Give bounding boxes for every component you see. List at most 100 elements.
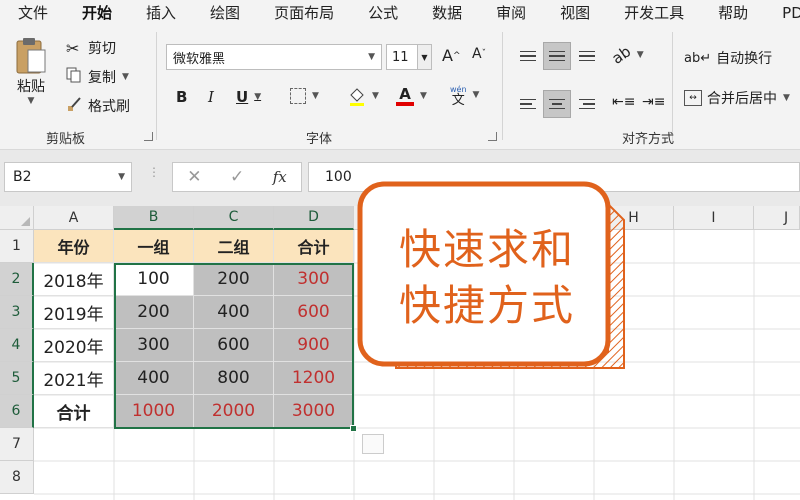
excel-window: 文件 开始 插入 绘图 页面布局 公式 数据 审阅 视图 开发工具 帮助 PDF…	[0, 0, 800, 500]
cell-c5[interactable]: 800	[194, 362, 274, 395]
column-header-d[interactable]: D	[274, 206, 354, 230]
bold-button[interactable]: B	[176, 88, 187, 106]
format-painter-button[interactable]: 格式刷	[66, 96, 130, 116]
align-right-button[interactable]	[573, 90, 601, 118]
cell-d6[interactable]: 3000	[274, 395, 354, 428]
wrap-text-button[interactable]: ab↵ 自动换行	[684, 48, 772, 68]
row-header-1[interactable]: 1	[0, 230, 34, 263]
row-header-6[interactable]: 6	[0, 395, 34, 428]
row-header-2[interactable]: 2	[0, 263, 34, 296]
phonetic-icon: wén 文	[450, 84, 467, 107]
orientation-button[interactable]: ab ▼	[609, 42, 644, 67]
orientation-chevron-down-icon[interactable]: ▼	[637, 50, 644, 60]
name-box-chevron-down-icon[interactable]: ▼	[118, 172, 125, 182]
name-box[interactable]: B2 ▼	[4, 162, 132, 192]
column-header-b[interactable]: B	[114, 206, 194, 230]
tab-help[interactable]: 帮助	[700, 2, 764, 23]
cell-d2[interactable]: 300	[274, 263, 354, 296]
column-header-c[interactable]: C	[194, 206, 274, 230]
paste-chevron-down-icon[interactable]: ▼	[28, 96, 35, 106]
row-header-3[interactable]: 3	[0, 296, 34, 329]
font-color-chevron-down-icon[interactable]: ▼	[420, 91, 427, 101]
copy-button[interactable]: 复制 ▼	[66, 67, 129, 87]
row-header-4[interactable]: 4	[0, 329, 34, 362]
row-header-5[interactable]: 5	[0, 362, 34, 395]
underline-chevron-down-icon[interactable]: ▼	[254, 92, 261, 102]
align-center-button[interactable]	[543, 90, 571, 118]
font-dialog-launcher-icon[interactable]	[488, 132, 497, 141]
cell-b3[interactable]: 200	[114, 296, 194, 329]
cell-d5[interactable]: 1200	[274, 362, 354, 395]
italic-button[interactable]: I	[208, 88, 214, 106]
tab-file[interactable]: 文件	[0, 2, 64, 23]
tab-view[interactable]: 视图	[542, 2, 606, 23]
tab-page-layout[interactable]: 页面布局	[256, 2, 350, 23]
select-all-corner[interactable]	[0, 206, 34, 230]
tab-review[interactable]: 审阅	[478, 2, 542, 23]
merge-chevron-down-icon[interactable]: ▼	[783, 93, 790, 103]
shrink-font-button[interactable]: Aˇ	[472, 46, 486, 62]
cell-b6[interactable]: 1000	[114, 395, 194, 428]
border-chevron-down-icon[interactable]: ▼	[312, 91, 319, 101]
cell-a1[interactable]: 年份	[34, 230, 114, 263]
cell-a2[interactable]: 2018年	[34, 263, 114, 296]
decrease-icon: ˇ	[481, 49, 487, 59]
clipboard-dialog-launcher-icon[interactable]	[144, 132, 153, 141]
font-name-select[interactable]: 微软雅黑 ▼	[166, 44, 382, 70]
tab-home[interactable]: 开始	[64, 2, 128, 28]
align-left-button[interactable]	[514, 90, 542, 118]
phonetic-button[interactable]: wén 文 ▼	[450, 84, 480, 107]
row-header-7[interactable]: 7	[0, 428, 34, 461]
cell-c3[interactable]: 400	[194, 296, 274, 329]
tab-insert[interactable]: 插入	[128, 2, 192, 23]
fill-handle[interactable]	[350, 425, 357, 432]
cell-a3[interactable]: 2019年	[34, 296, 114, 329]
fill-color-chevron-down-icon[interactable]: ▼	[372, 91, 379, 101]
cancel-icon[interactable]: ✕	[187, 167, 201, 187]
cell-b1[interactable]: 一组	[114, 230, 194, 263]
tab-formulas[interactable]: 公式	[350, 2, 414, 23]
column-header-j[interactable]: J	[754, 206, 800, 230]
cell-a5[interactable]: 2021年	[34, 362, 114, 395]
cut-button[interactable]: ✂ 剪切	[66, 38, 116, 58]
insert-function-button[interactable]: fx	[273, 168, 287, 186]
paste-button[interactable]: 粘贴 ▼	[14, 36, 48, 106]
border-button[interactable]: ▼	[290, 88, 319, 104]
decrease-indent-button[interactable]: ⇤≡	[612, 94, 635, 110]
increase-indent-button[interactable]: ⇥≡	[642, 94, 665, 110]
enter-icon[interactable]: ✓	[230, 167, 244, 187]
font-color-button[interactable]: A ▼	[396, 86, 427, 106]
column-header-i[interactable]: I	[674, 206, 754, 230]
cell-d4[interactable]: 900	[274, 329, 354, 362]
cell-d1[interactable]: 合计	[274, 230, 354, 263]
cell-c2[interactable]: 200	[194, 263, 274, 296]
tab-data[interactable]: 数据	[414, 2, 478, 23]
tab-pdf-tools[interactable]: PDF工	[764, 2, 800, 23]
cell-c6[interactable]: 2000	[194, 395, 274, 428]
fill-color-button[interactable]: ▼	[348, 86, 379, 106]
splitter-handle-icon[interactable]: ⋮	[148, 166, 160, 178]
copy-chevron-down-icon[interactable]: ▼	[122, 72, 129, 82]
quick-analysis-icon[interactable]	[362, 434, 384, 454]
column-header-a[interactable]: A	[34, 206, 114, 230]
cell-b2[interactable]: 100	[114, 263, 194, 296]
font-size-select[interactable]: 11 ▼	[386, 44, 432, 70]
align-top-button[interactable]	[514, 42, 542, 70]
cell-d3[interactable]: 600	[274, 296, 354, 329]
tab-draw[interactable]: 绘图	[192, 2, 256, 23]
align-bottom-button[interactable]	[573, 42, 601, 70]
cell-a4[interactable]: 2020年	[34, 329, 114, 362]
cell-c4[interactable]: 600	[194, 329, 274, 362]
tab-developer[interactable]: 开发工具	[606, 2, 700, 23]
cell-a6[interactable]: 合计	[34, 395, 114, 428]
font-name-value: 微软雅黑	[173, 51, 226, 67]
underline-button[interactable]: U ▼	[236, 88, 261, 106]
grow-font-button[interactable]: A ^	[442, 46, 461, 65]
merge-center-button[interactable]: ↔ 合并后居中 ▼	[684, 88, 790, 108]
cell-b5[interactable]: 400	[114, 362, 194, 395]
cell-c1[interactable]: 二组	[194, 230, 274, 263]
row-header-8[interactable]: 8	[0, 461, 34, 494]
cell-b4[interactable]: 300	[114, 329, 194, 362]
phonetic-chevron-down-icon[interactable]: ▼	[473, 90, 480, 100]
align-middle-button[interactable]	[543, 42, 571, 70]
